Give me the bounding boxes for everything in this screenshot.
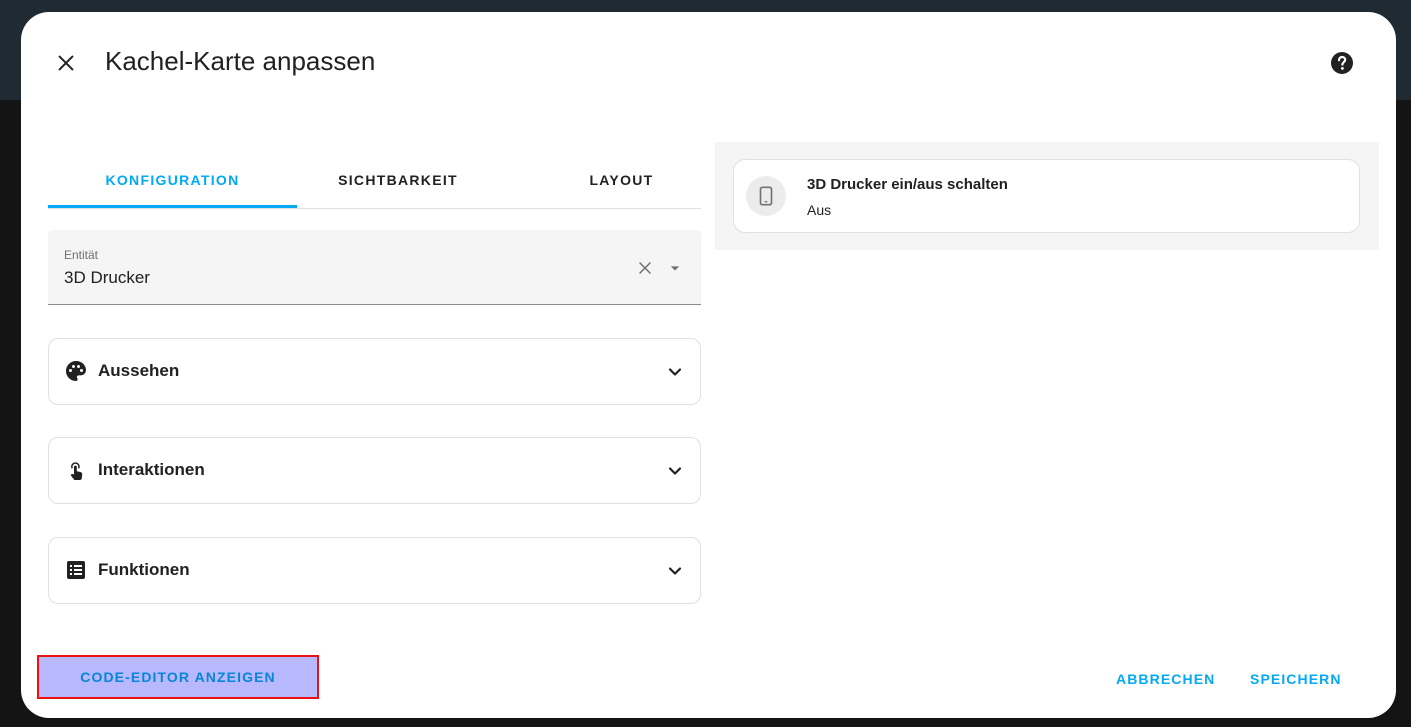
gesture-tap-icon [70, 462, 83, 480]
panel-interaktionen-label: Interaktionen [98, 460, 205, 479]
card-preview: 3D Drucker ein/aus schalten Aus [715, 142, 1379, 250]
panel-funktionen-label: Funktionen [98, 560, 190, 579]
clear-icon[interactable] [635, 258, 655, 278]
chevron-down-icon [668, 467, 682, 475]
chevron-down-icon [668, 567, 682, 575]
panel-funktionen[interactable]: Funktionen [48, 537, 701, 604]
cancel-button[interactable]: ABBRECHEN [1116, 671, 1215, 687]
chevron-down-icon [668, 368, 682, 376]
entity-field-label: Entität [64, 248, 99, 262]
tab-sichtbarkeit[interactable]: SICHTBARKEIT [297, 152, 499, 208]
code-editor-button[interactable]: CODE-EDITOR ANZEIGEN [37, 655, 319, 699]
tile-card[interactable]: 3D Drucker ein/aus schalten Aus [733, 159, 1360, 233]
list-box-icon [67, 561, 85, 579]
entity-picker[interactable]: Entität 3D Drucker [48, 230, 701, 305]
tab-konfiguration[interactable]: KONFIGURATION [48, 152, 297, 208]
entity-field-value[interactable]: 3D Drucker [64, 268, 150, 288]
help-icon [1331, 52, 1353, 74]
active-tab-indicator [48, 205, 297, 208]
close-button[interactable] [51, 48, 81, 78]
help-button[interactable] [1330, 51, 1354, 75]
close-icon [58, 55, 74, 71]
panel-aussehen[interactable]: Aussehen [48, 338, 701, 405]
palette-icon [66, 361, 86, 381]
panel-aussehen-label: Aussehen [98, 361, 180, 380]
tab-bar: KONFIGURATION SICHTBARKEIT LAYOUT [48, 152, 701, 209]
dialog-title: Kachel-Karte anpassen [105, 46, 376, 76]
tile-name: 3D Drucker ein/aus schalten [807, 176, 1008, 193]
tab-layout[interactable]: LAYOUT [542, 152, 701, 208]
tablet-icon [759, 186, 773, 206]
save-button[interactable]: SPEICHERN [1250, 671, 1342, 687]
tile-state: Aus [807, 202, 832, 218]
edit-card-dialog: Kachel-Karte anpassen KONFIGURATION SICH… [21, 12, 1396, 718]
dropdown-arrow-icon[interactable] [665, 258, 685, 278]
panel-interaktionen[interactable]: Interaktionen [48, 437, 701, 504]
tile-icon-container[interactable] [746, 176, 786, 216]
